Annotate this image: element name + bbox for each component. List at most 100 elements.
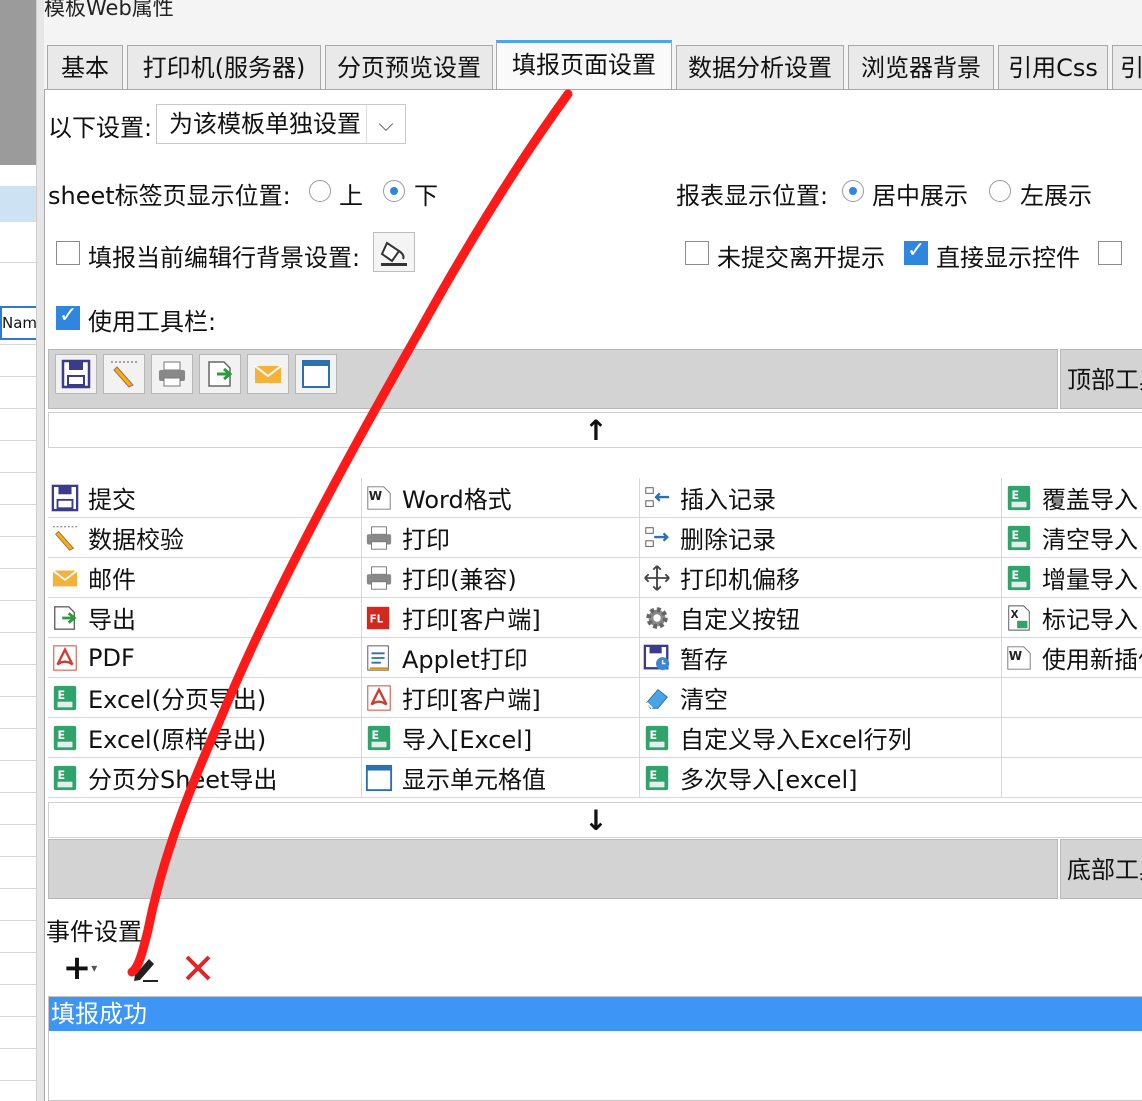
excel-icon: E [642,723,672,753]
available-button[interactable]: E 自定义导入Excel行列 [640,718,1002,758]
use-toolbar-checkbox[interactable] [56,303,80,330]
available-button[interactable]: FL 打印[客户端] [362,598,640,638]
pencil-icon [111,361,137,388]
event-item[interactable]: 填报成功 [49,997,1142,1031]
available-button[interactable]: 邮件 [48,558,362,598]
svg-text:E: E [1012,528,1020,541]
tab-printer-server[interactable]: 打印机(服务器) [127,45,321,89]
move-up-button[interactable]: ↑ [48,412,1142,448]
flash-print-icon: FL [364,603,394,633]
available-button[interactable]: E 清空导入 [1002,518,1142,558]
button-label: 增量导入 [1042,566,1138,594]
available-buttons-grid: 提交 W Word格式 插入记录 E 覆盖导入数据校验 打印 删除记录 E 清空导入邮件 打印(兼容… [48,478,1142,800]
report-center-label: 居中展示 [872,182,968,210]
svg-text:E: E [650,728,658,741]
available-button[interactable]: 插入记录 [640,478,1002,518]
tab-more[interactable]: 引 [1112,45,1142,89]
available-button[interactable]: E 导入[Excel] [362,718,640,758]
sheet-tab-position-label: sheet标签页显示位置: [48,182,291,210]
tab-browser-background[interactable]: 浏览器背景 [848,45,994,89]
svg-text:E: E [58,728,66,741]
available-button[interactable]: X 标记导入 [1002,598,1142,638]
excel-icon: E [364,723,394,753]
available-button[interactable]: W Word格式 [362,478,640,518]
tab-fill-page-settings[interactable]: 填报页面设置 [496,40,672,90]
excel-icon: E [1004,523,1034,553]
available-button[interactable]: 数据校验 [48,518,362,558]
temp-save-icon [642,643,672,673]
report-center-radio[interactable] [842,180,864,202]
report-left-radio[interactable] [989,180,1011,202]
button-label: 打印(兼容) [402,566,517,594]
available-button[interactable]: PDF [48,638,362,678]
sheet-top-radio[interactable] [309,180,331,202]
show-controls-label: 直接显示控件 [936,244,1080,272]
edit-row-bg-checkbox[interactable] [56,241,80,265]
available-button[interactable]: 自定义按钮 [640,598,1002,638]
excel-icon: E [50,763,80,793]
edit-event-button[interactable] [124,948,164,988]
button-label: 标记导入 [1042,606,1138,634]
bottom-toolbar-zone[interactable] [48,839,1058,899]
available-button[interactable]: E Excel(原样导出) [48,718,362,758]
tab-basic[interactable]: 基本 [47,45,123,89]
close-icon [185,955,211,981]
name-cell[interactable]: Nam [0,306,36,340]
toolbar-print-button[interactable] [151,354,193,394]
available-button[interactable]: 清空 [640,678,1002,718]
tab-data-analysis[interactable]: 数据分析设置 [676,45,844,89]
button-label: Excel(分页导出) [88,686,267,714]
unsubmitted-prompt-checkbox[interactable] [685,241,709,265]
delete-event-button[interactable] [178,948,218,988]
sheet-bottom-radio[interactable] [383,180,405,202]
available-button[interactable]: 打印[客户端] [362,678,640,718]
scope-label: 以下设置: [48,114,153,142]
arrow-down-icon: ↓ [584,803,608,837]
available-button[interactable]: 暂存 [640,638,1002,678]
toolbar-submit-button[interactable] [55,354,97,394]
empty-cell [1002,678,1142,718]
empty-cell [1002,758,1142,798]
toolbar-export-button[interactable] [199,354,241,394]
available-button[interactable]: E 增量导入 [1002,558,1142,598]
pdf-icon [50,643,80,673]
delete-record-icon [642,523,672,553]
available-button[interactable]: 打印(兼容) [362,558,640,598]
toolbar-verify-button[interactable] [103,354,145,394]
available-button[interactable]: 打印机偏移 [640,558,1002,598]
bg-color-button[interactable] [373,232,415,272]
top-toolbar-label: 顶部工具栏 [1060,349,1142,409]
tab-css-reference[interactable]: 引用Css [998,45,1108,89]
event-settings-label: 事件设置: [46,918,151,946]
button-label: 导入[Excel] [402,726,533,754]
available-button[interactable]: 显示单元格值 [362,758,640,798]
cell-icon [302,360,330,388]
show-controls-checkbox[interactable] [904,238,928,265]
scope-select[interactable]: 为该模板单独设置 ⌵ [156,104,406,144]
toolbar-show-cell-button[interactable] [295,354,337,394]
available-button[interactable]: 提交 [48,478,362,518]
extra-option-checkbox[interactable] [1098,241,1122,265]
available-button[interactable]: 删除记录 [640,518,1002,558]
available-button[interactable]: W 使用新插件 [1002,638,1142,678]
move-down-button[interactable]: ↓ [48,802,1142,838]
tab-page-preview[interactable]: 分页预览设置 [325,45,493,89]
sheet-top-label: 上 [339,182,363,210]
toolbar-mail-button[interactable] [247,354,289,394]
available-button[interactable]: 导出 [48,598,362,638]
available-button[interactable]: Applet打印 [362,638,640,678]
add-event-button[interactable]: + ▾ [60,948,100,988]
available-button[interactable]: E 覆盖导入 [1002,478,1142,518]
available-button[interactable]: E 多次导入[excel] [640,758,1002,798]
button-label: 数据校验 [88,526,184,554]
arrow-up-icon: ↑ [584,413,608,447]
available-button[interactable]: 打印 [362,518,640,558]
button-label: 显示单元格值 [402,766,546,794]
button-label: 清空导入 [1042,526,1138,554]
available-button[interactable]: E Excel(分页导出) [48,678,362,718]
sheet-bottom-label: 下 [414,182,438,210]
available-button[interactable]: E 分页分Sheet导出 [48,758,362,798]
button-label: 提交 [88,486,136,514]
top-toolbar-zone[interactable] [48,349,1058,409]
pdf-icon [364,683,394,713]
